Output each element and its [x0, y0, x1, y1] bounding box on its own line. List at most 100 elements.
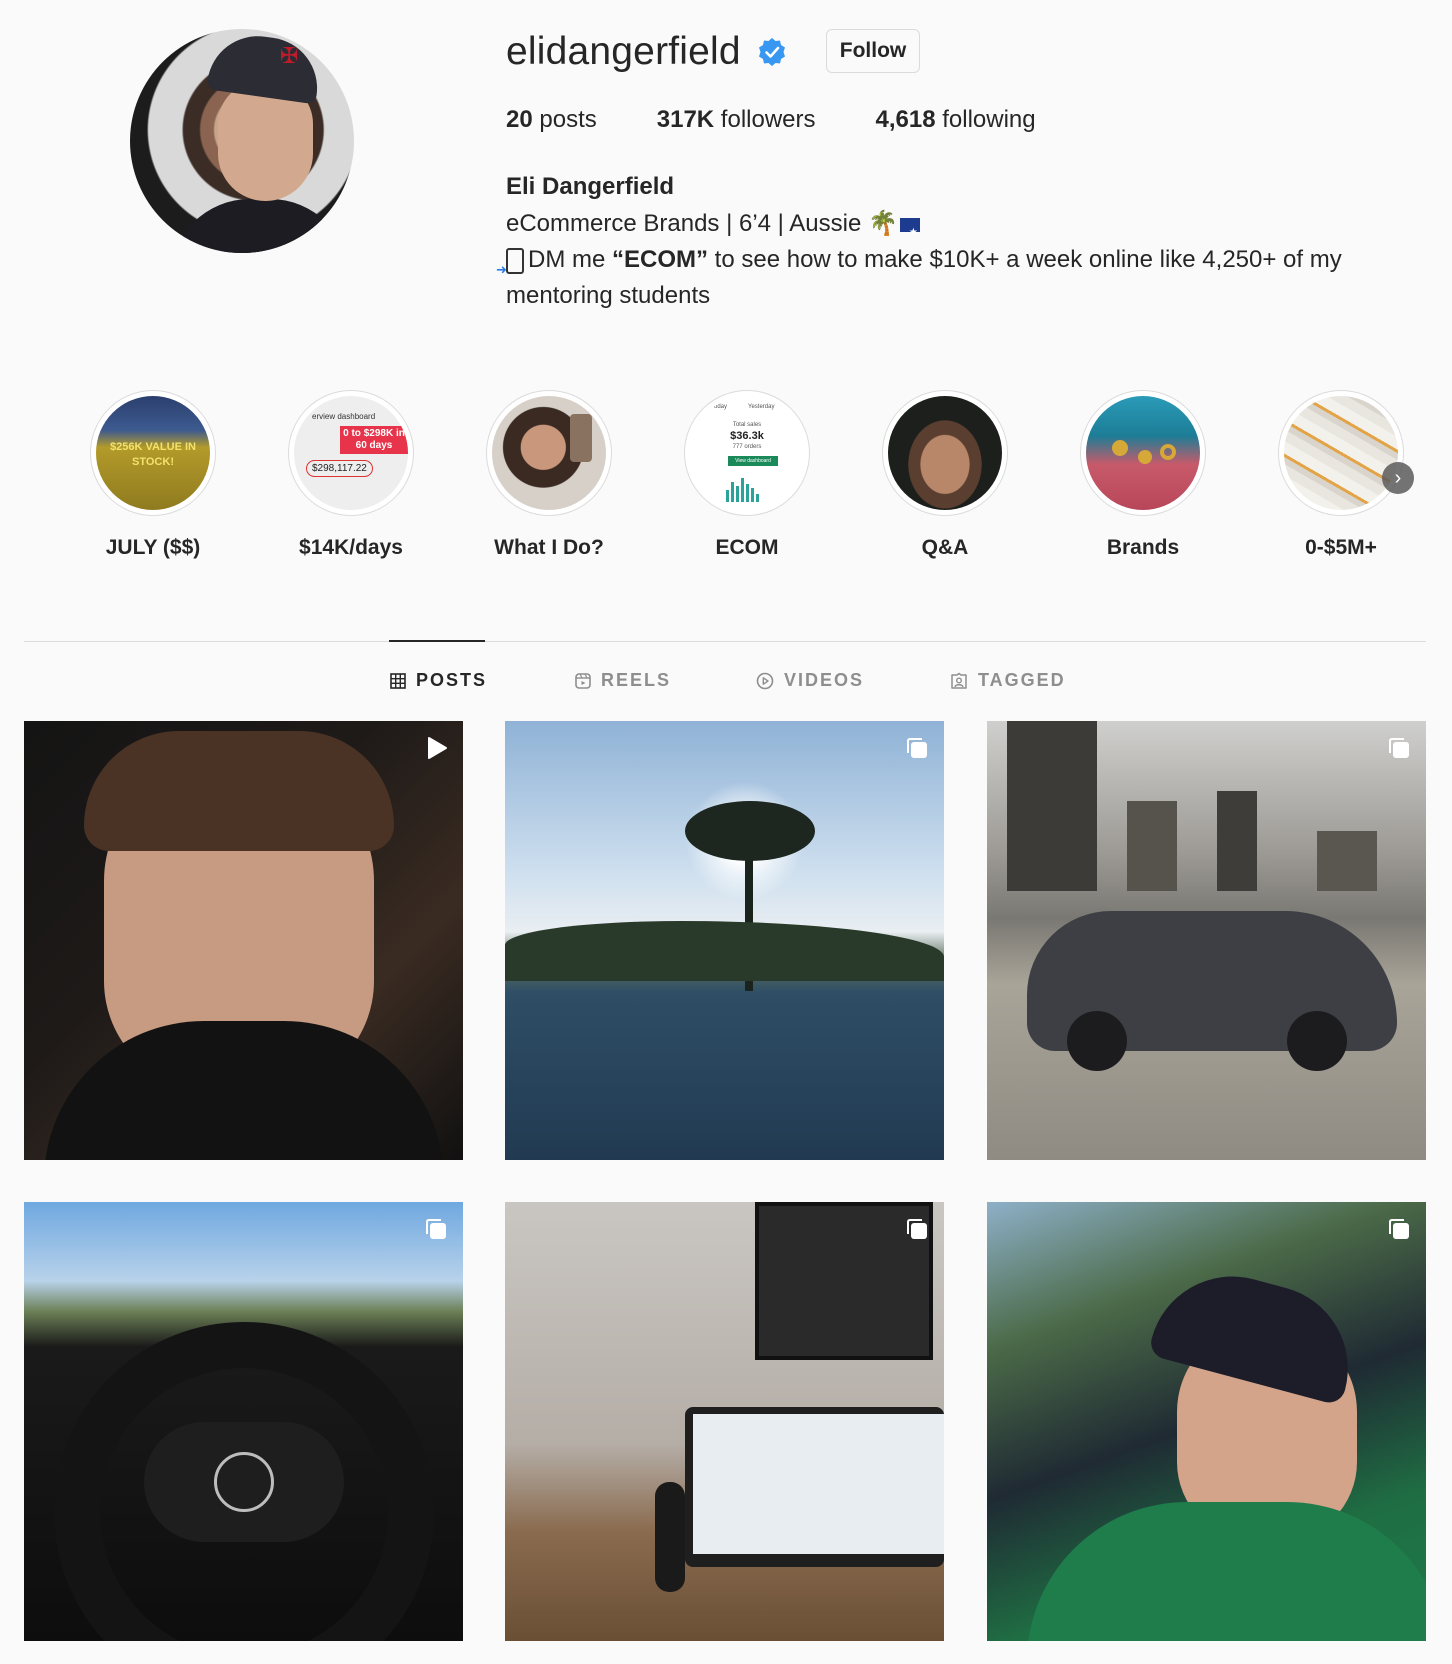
highlight-cover	[888, 396, 1002, 510]
highlight-cover	[1086, 396, 1200, 510]
followers-label: followers	[720, 106, 816, 133]
highlight-cover: oday Yesterday Total sales $36.3k 777 or…	[690, 396, 804, 510]
tab-posts[interactable]: POSTS	[390, 670, 487, 691]
post-thumbnail-carousel[interactable]	[24, 1202, 463, 1641]
post-building	[1127, 801, 1177, 891]
highlight-ring	[1080, 390, 1206, 516]
cap-logo-icon: ✠	[280, 43, 299, 68]
posts-stat: 20 posts	[506, 106, 597, 134]
profile-avatar[interactable]: ✠	[130, 29, 354, 253]
ecom-bars-icon	[726, 478, 759, 502]
highlight-july[interactable]: $256K VALUE IN STOCK! JULY ($$)	[54, 390, 252, 560]
highlight-cover	[1284, 396, 1398, 510]
bio-text-1: eCommerce Brands | 6’4 | Aussie	[506, 210, 862, 237]
tab-label: TAGGED	[978, 670, 1066, 690]
bio-line-1: eCommerce Brands | 6’4 | Aussie 🌴	[506, 206, 920, 251]
carousel-icon	[907, 1219, 927, 1239]
highlight-cover-text: $256K VALUE IN STOCK!	[110, 441, 196, 468]
ecom-dashboard-button: View dashboard	[728, 456, 778, 466]
post-thumbnail-carousel[interactable]	[987, 1202, 1426, 1641]
highlight-cover: $256K VALUE IN STOCK!	[96, 396, 210, 510]
reels-icon	[575, 672, 591, 689]
post-subject-hair	[84, 731, 394, 851]
follow-button[interactable]: Follow	[826, 29, 920, 73]
tabs-divider	[24, 641, 1426, 642]
followers-stat[interactable]: 317K followers	[657, 106, 816, 134]
profile-username: elidangerfield	[506, 30, 741, 73]
post-microphone	[655, 1482, 685, 1592]
post-building	[1217, 791, 1257, 891]
profile-stats: 20 posts 317K followers 4,618 following	[506, 106, 1096, 134]
carousel-icon	[1389, 1219, 1409, 1239]
following-count: 4,618	[875, 106, 936, 133]
posts-label: posts	[539, 106, 597, 133]
highlight-qa[interactable]: Q&A	[846, 390, 1044, 560]
ecom-tab-yesterday: Yesterday	[748, 404, 775, 410]
tag-icon	[951, 672, 967, 689]
carousel-icon	[1389, 738, 1409, 758]
carousel-icon	[426, 1219, 446, 1239]
tab-label: POSTS	[416, 670, 488, 690]
post-subject-shirt	[44, 1021, 444, 1160]
highlight-ring	[1278, 390, 1404, 516]
highlight-ecom[interactable]: oday Yesterday Total sales $36.3k 777 or…	[648, 390, 846, 560]
post-mercedes-logo	[214, 1452, 274, 1512]
tab-reels[interactable]: REELS	[575, 670, 671, 691]
post-car-wheel	[1067, 1011, 1127, 1071]
ring-shape	[1160, 444, 1176, 460]
highlight-cover-caption: erview dashboard	[312, 412, 376, 421]
post-monitor-screen	[693, 1414, 944, 1554]
ecom-value: $36.3k	[730, 430, 764, 442]
highlight-label: Brands	[1106, 536, 1180, 559]
avatar-shirt	[170, 199, 350, 253]
bio-text-2-pre: DM me	[528, 246, 612, 273]
reel-play-icon	[428, 737, 447, 759]
highlight-label: 0-$5M+	[1305, 536, 1377, 559]
highlight-14k[interactable]: erview dashboard 0 to $298K in 60 days $…	[252, 390, 450, 560]
phone-in-hand-shape	[570, 414, 592, 462]
australia-flag-icon	[899, 215, 920, 251]
highlight-brands[interactable]: Brands	[1044, 390, 1242, 560]
bio-line-2: DM me “ECOM” to see how to make $10K+ a …	[496, 242, 1386, 314]
grid-icon	[390, 672, 406, 689]
post-palm-leaves	[685, 801, 815, 861]
avatar-cap	[206, 29, 324, 105]
carousel-icon	[907, 738, 927, 758]
post-thumbnail-carousel[interactable]	[505, 721, 944, 1160]
highlight-cover	[492, 396, 606, 510]
highlight-what-i-do[interactable]: What I Do?	[450, 390, 648, 560]
play-icon	[756, 672, 774, 689]
phone-icon	[496, 247, 524, 288]
highlight-label: $14K/days	[299, 536, 403, 559]
following-label: following	[942, 106, 1036, 133]
post-building	[1007, 721, 1097, 891]
highlight-label: ECOM	[715, 536, 779, 559]
post-thumbnail-reel[interactable]	[24, 721, 463, 1160]
posts-count: 20	[506, 106, 533, 133]
tab-label: VIDEOS	[784, 670, 865, 690]
post-hills	[505, 921, 944, 981]
highlight-cover-text: 0 to $298K in 60 days	[340, 426, 408, 454]
post-car-wheel	[1287, 1011, 1347, 1071]
highlight-label: JULY ($$)	[105, 536, 201, 559]
palm-tree-icon: 🌴	[867, 210, 898, 237]
active-tab-indicator	[389, 640, 485, 642]
pendant-shape	[1138, 450, 1152, 464]
highlight-ring	[882, 390, 1008, 516]
highlight-cover: erview dashboard 0 to $298K in 60 days $…	[294, 396, 408, 510]
tab-videos[interactable]: VIDEOS	[756, 670, 864, 691]
post-thumbnail-carousel[interactable]	[505, 1202, 944, 1641]
tab-tagged[interactable]: TAGGED	[950, 670, 1066, 691]
bio-text-2-bold: “ECOM”	[612, 246, 708, 273]
profile-display-name: Eli Dangerfield	[506, 173, 675, 200]
highlight-label: What I Do?	[494, 536, 604, 559]
highlight-label: Q&A	[921, 536, 969, 559]
following-stat[interactable]: 4,618 following	[876, 106, 1036, 134]
highlight-ring	[486, 390, 612, 516]
ecom-sub-label: Total sales	[732, 422, 762, 428]
verified-badge-icon	[759, 38, 785, 66]
pendant-shape	[1112, 440, 1128, 456]
post-thumbnail-carousel[interactable]	[987, 721, 1426, 1160]
highlights-next-chevron-icon[interactable]: ›	[1382, 462, 1414, 494]
tab-label: REELS	[601, 670, 672, 690]
